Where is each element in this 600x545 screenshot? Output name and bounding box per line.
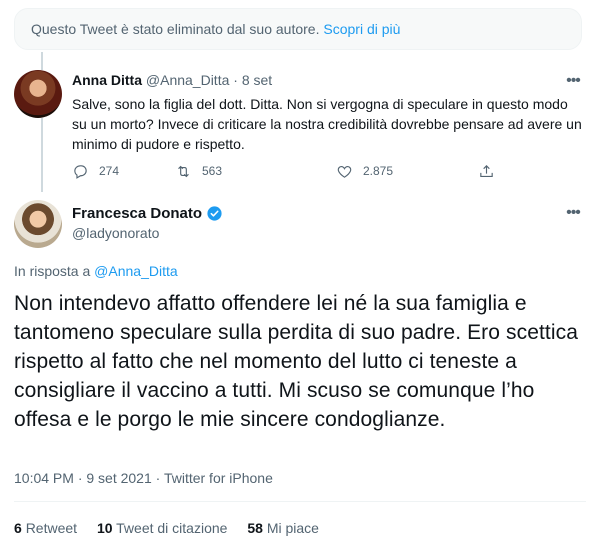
tweet-actions: 274 563 2.875	[72, 160, 512, 182]
tweet-meta[interactable]: 10:04 PM · 9 set 2021 · Twitter for iPho…	[14, 470, 273, 486]
reply-prefix: In risposta a	[14, 263, 91, 279]
deleted-tweet-notice: Questo Tweet è stato eliminato dal suo a…	[14, 8, 582, 50]
author-handle[interactable]: @Anna_Ditta	[146, 72, 229, 88]
likes-label: Mi piace	[266, 520, 319, 536]
separator: ·	[233, 72, 238, 88]
retweet-button[interactable]: 563	[175, 160, 222, 182]
author-name-row: Francesca Donato	[72, 205, 223, 222]
more-options-icon[interactable]: •••	[562, 205, 584, 222]
tweet-text: Non intendevo affatto offendere lei né l…	[14, 292, 578, 431]
share-icon	[480, 164, 493, 177]
tweet-stats: 6 Retweet 10 Tweet di citazione 58 Mi pi…	[14, 520, 335, 536]
avatar[interactable]	[14, 70, 62, 118]
heart-icon	[337, 165, 352, 178]
more-options-icon[interactable]: •••	[562, 73, 584, 90]
tweet1-header: Anna Ditta @Anna_Ditta · 8 set	[72, 72, 272, 88]
reply-count: 274	[99, 164, 120, 178]
verified-badge-icon	[207, 206, 222, 221]
share-button[interactable]	[478, 160, 495, 182]
reply-button[interactable]: 274	[72, 160, 119, 182]
quotes-stat[interactable]: 10 Tweet di citazione	[97, 520, 228, 536]
avatar[interactable]	[14, 200, 62, 248]
reply-icon	[74, 164, 87, 179]
retweets-count: 6	[14, 520, 22, 536]
author-handle[interactable]: @ladyonorato	[72, 225, 159, 241]
quotes-count: 10	[96, 520, 113, 536]
learn-more-link[interactable]: Scopri di più	[323, 21, 400, 37]
reply-context: In risposta a @Anna_Ditta	[14, 263, 178, 279]
likes-count: 58	[247, 520, 263, 536]
tweet-date[interactable]: 8 set	[242, 72, 272, 88]
tweet-text: Salve, sono la figlia del dott. Ditta. N…	[72, 96, 582, 152]
retweets-label: Retweet	[25, 520, 78, 536]
quotes-label: Tweet di citazione	[116, 520, 228, 536]
thread-line-bottom	[41, 118, 43, 192]
retweet-icon	[178, 165, 189, 177]
deleted-notice-text: Questo Tweet è stato eliminato dal suo a…	[31, 21, 320, 37]
author-name[interactable]: Francesca Donato	[72, 205, 202, 222]
reply-to-handle-link[interactable]: @Anna_Ditta	[94, 263, 177, 279]
thread-line-top	[41, 52, 43, 70]
author-name[interactable]: Anna Ditta	[72, 72, 142, 88]
retweets-stat[interactable]: 6 Retweet	[14, 520, 77, 536]
retweet-count: 563	[202, 164, 223, 178]
like-button[interactable]: 2.875	[336, 160, 393, 182]
likes-stat[interactable]: 58 Mi piace	[247, 520, 319, 536]
like-count: 2.875	[363, 164, 394, 178]
divider	[14, 501, 586, 502]
